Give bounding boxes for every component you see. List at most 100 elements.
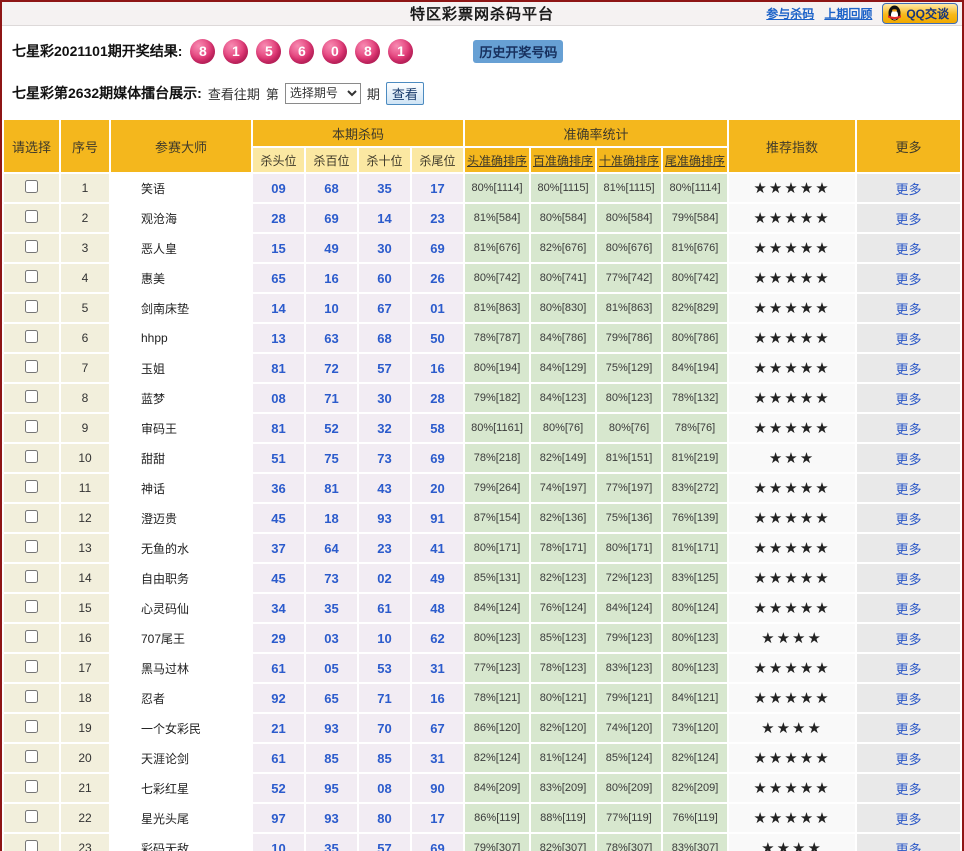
topbar-right: 参与杀码 上期回顾 QQ交谈	[766, 3, 962, 24]
row-checkbox[interactable]	[25, 510, 38, 523]
row-number: 15	[61, 594, 109, 622]
period-select[interactable]: 选择期号	[284, 82, 361, 104]
row-number: 14	[61, 564, 109, 592]
kill-code-ten: 80	[359, 804, 410, 832]
more-link[interactable]: 更多	[896, 662, 922, 677]
row-checkbox[interactable]	[25, 720, 38, 733]
more-link[interactable]: 更多	[896, 752, 922, 767]
row-number: 10	[61, 444, 109, 472]
more-link[interactable]: 更多	[896, 602, 922, 617]
row-checkbox[interactable]	[25, 450, 38, 463]
row-checkbox[interactable]	[25, 360, 38, 373]
more-link[interactable]: 更多	[896, 722, 922, 737]
more-link[interactable]: 更多	[896, 782, 922, 797]
more-cell: 更多	[857, 354, 960, 382]
header-more: 更多	[857, 120, 960, 172]
row-checkbox[interactable]	[25, 420, 38, 433]
kill-code-tail: 17	[412, 804, 464, 832]
kill-code-ten: 61	[359, 594, 410, 622]
accuracy-ten: 77%[742]	[597, 264, 662, 292]
more-link[interactable]: 更多	[896, 512, 922, 527]
sort-accuracy-ten[interactable]: 十准确排序	[599, 154, 659, 168]
row-checkbox[interactable]	[25, 690, 38, 703]
row-select-cell	[4, 504, 59, 532]
lottery-ball: 6	[289, 38, 315, 64]
row-checkbox[interactable]	[25, 240, 38, 253]
row-checkbox[interactable]	[25, 390, 38, 403]
more-cell: 更多	[857, 714, 960, 742]
row-checkbox[interactable]	[25, 330, 38, 343]
sort-accuracy-tail[interactable]: 尾准确排序	[665, 154, 725, 168]
sort-accuracy-head[interactable]: 头准确排序	[467, 154, 527, 168]
star-rating: ★★★★★	[729, 174, 856, 202]
row-checkbox[interactable]	[25, 750, 38, 763]
kill-code-head: 34	[253, 594, 304, 622]
row-checkbox[interactable]	[25, 180, 38, 193]
row-checkbox[interactable]	[25, 600, 38, 613]
sort-accuracy-hundred[interactable]: 百准确排序	[533, 154, 593, 168]
more-link[interactable]: 更多	[896, 572, 922, 587]
row-checkbox[interactable]	[25, 570, 38, 583]
history-numbers-button[interactable]: 历史开奖号码	[473, 39, 564, 63]
more-link[interactable]: 更多	[896, 542, 922, 557]
row-checkbox[interactable]	[25, 210, 38, 223]
accuracy-ten: 79%[123]	[597, 624, 662, 652]
kill-code-tail: 16	[412, 684, 464, 712]
more-link[interactable]: 更多	[896, 452, 922, 467]
kill-code-tail: 26	[412, 264, 464, 292]
more-link[interactable]: 更多	[896, 212, 922, 227]
master-name: 惠美	[111, 264, 251, 292]
more-link[interactable]: 更多	[896, 482, 922, 497]
accuracy-head: 78%[787]	[465, 324, 530, 352]
accuracy-hundred: 82%[123]	[531, 564, 596, 592]
qq-chat-button[interactable]: QQ交谈	[882, 3, 958, 24]
row-checkbox[interactable]	[25, 840, 38, 851]
kill-code-tail: 48	[412, 594, 464, 622]
kill-code-tail: 01	[412, 294, 464, 322]
row-checkbox[interactable]	[25, 810, 38, 823]
accuracy-hundred: 84%[123]	[531, 384, 596, 412]
accuracy-hundred: 78%[171]	[531, 534, 596, 562]
more-link[interactable]: 更多	[896, 692, 922, 707]
star-rating: ★★★★★	[729, 684, 856, 712]
more-link[interactable]: 更多	[896, 632, 922, 647]
more-link[interactable]: 更多	[896, 362, 922, 377]
accuracy-head: 80%[123]	[465, 624, 530, 652]
accuracy-ten: 80%[676]	[597, 234, 662, 262]
accuracy-head: 80%[742]	[465, 264, 530, 292]
accuracy-ten: 79%[121]	[597, 684, 662, 712]
accuracy-tail: 82%[209]	[663, 774, 728, 802]
row-checkbox[interactable]	[25, 660, 38, 673]
row-checkbox[interactable]	[25, 780, 38, 793]
kill-code-ten: 08	[359, 774, 410, 802]
row-checkbox[interactable]	[25, 480, 38, 493]
row-checkbox[interactable]	[25, 630, 38, 643]
row-checkbox[interactable]	[25, 270, 38, 283]
view-button[interactable]: 查看	[385, 81, 424, 105]
more-link[interactable]: 更多	[896, 182, 922, 197]
more-link[interactable]: 更多	[896, 842, 922, 851]
kill-code-hundred: 10	[306, 294, 357, 322]
kill-code-hundred: 18	[306, 504, 357, 532]
row-checkbox[interactable]	[25, 540, 38, 553]
star-rating: ★★★★★	[729, 414, 856, 442]
more-link[interactable]: 更多	[896, 272, 922, 287]
row-checkbox[interactable]	[25, 300, 38, 313]
more-link[interactable]: 更多	[896, 242, 922, 257]
more-link[interactable]: 更多	[896, 812, 922, 827]
accuracy-hundred: 74%[197]	[531, 474, 596, 502]
more-link[interactable]: 更多	[896, 392, 922, 407]
accuracy-hundred: 81%[124]	[531, 744, 596, 772]
accuracy-tail: 80%[123]	[663, 654, 728, 682]
kill-code-ten: 53	[359, 654, 410, 682]
row-number: 16	[61, 624, 109, 652]
more-link[interactable]: 更多	[896, 422, 922, 437]
table-row: 9 审码王 81 52 32 58 80%[1161] 80%[76] 80%[76] 78%[7…	[4, 414, 960, 442]
more-link[interactable]: 更多	[896, 302, 922, 317]
kill-code-ten: 23	[359, 534, 410, 562]
more-link[interactable]: 更多	[896, 332, 922, 347]
last-period-review-link[interactable]: 上期回顾	[824, 5, 872, 22]
join-killcode-link[interactable]: 参与杀码	[766, 5, 814, 22]
accuracy-tail: 80%[1114]	[663, 174, 728, 202]
master-name: 黑马过林	[111, 654, 251, 682]
